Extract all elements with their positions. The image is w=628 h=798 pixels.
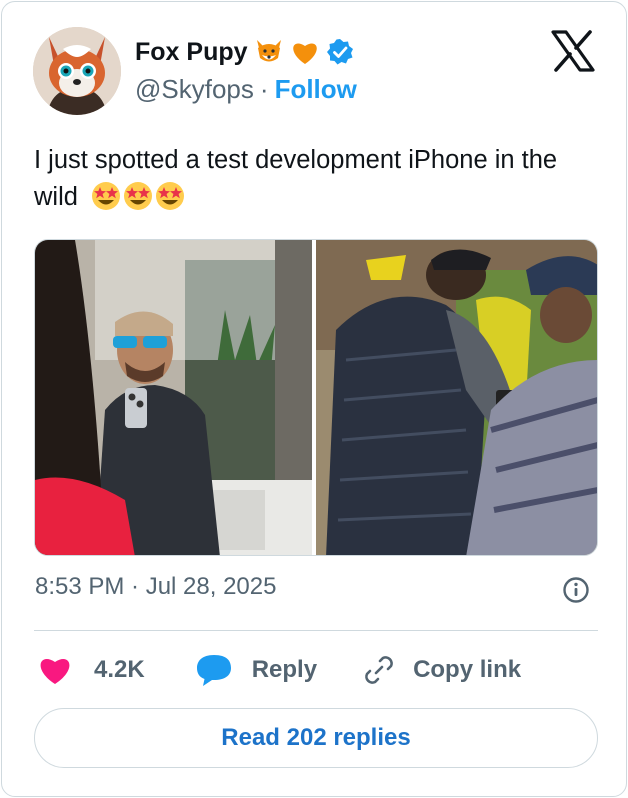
media-grid: [34, 239, 598, 556]
author-handle[interactable]: @Skyfops: [135, 74, 254, 105]
author-handle-row: @Skyfops · Follow: [135, 74, 357, 105]
read-replies-label: Read 202 replies: [221, 724, 411, 751]
photo-man-holding-iphone[interactable]: [35, 240, 312, 555]
read-replies-button[interactable]: Read 202 replies: [34, 708, 598, 768]
tweet-card: Fox Pupy @Skyfops · Follow I just spotte…: [1, 1, 627, 797]
copy-link-button[interactable]: Copy link: [361, 652, 521, 688]
heart-icon: [38, 655, 72, 685]
avatar[interactable]: [33, 27, 121, 115]
reply-bubble-icon: [196, 653, 232, 687]
x-logo-icon[interactable]: [551, 30, 595, 72]
star-struck-emoji: [124, 182, 153, 210]
orange-heart-emoji: [290, 38, 320, 66]
photo-man-using-iphone[interactable]: [316, 240, 597, 555]
info-icon[interactable]: [562, 576, 590, 604]
follow-button[interactable]: Follow: [275, 74, 357, 105]
tweet-text: I just spotted a test development iPhone…: [34, 142, 604, 216]
like-count: 4.2K: [94, 656, 145, 683]
fox-face-emoji: [254, 38, 284, 66]
author-name-row: Fox Pupy: [135, 35, 354, 69]
divider: [34, 630, 598, 631]
copy-link-label: Copy link: [413, 656, 522, 683]
author-name[interactable]: Fox Pupy: [135, 38, 248, 67]
reply-label: Reply: [251, 656, 318, 683]
action-bar: 4.2K Reply Copy link: [38, 648, 521, 692]
star-struck-emoji: [92, 182, 121, 210]
separator-dot: ·: [259, 74, 269, 104]
like-button[interactable]: 4.2K: [38, 655, 145, 685]
star-struck-emoji-group: [91, 181, 185, 211]
reply-button[interactable]: Reply: [196, 653, 317, 687]
link-icon: [361, 652, 397, 688]
star-struck-emoji: [156, 182, 185, 210]
verified-badge-icon: [326, 38, 354, 66]
tweet-timestamp[interactable]: 8:53 PM · Jul 28, 2025: [35, 573, 276, 601]
